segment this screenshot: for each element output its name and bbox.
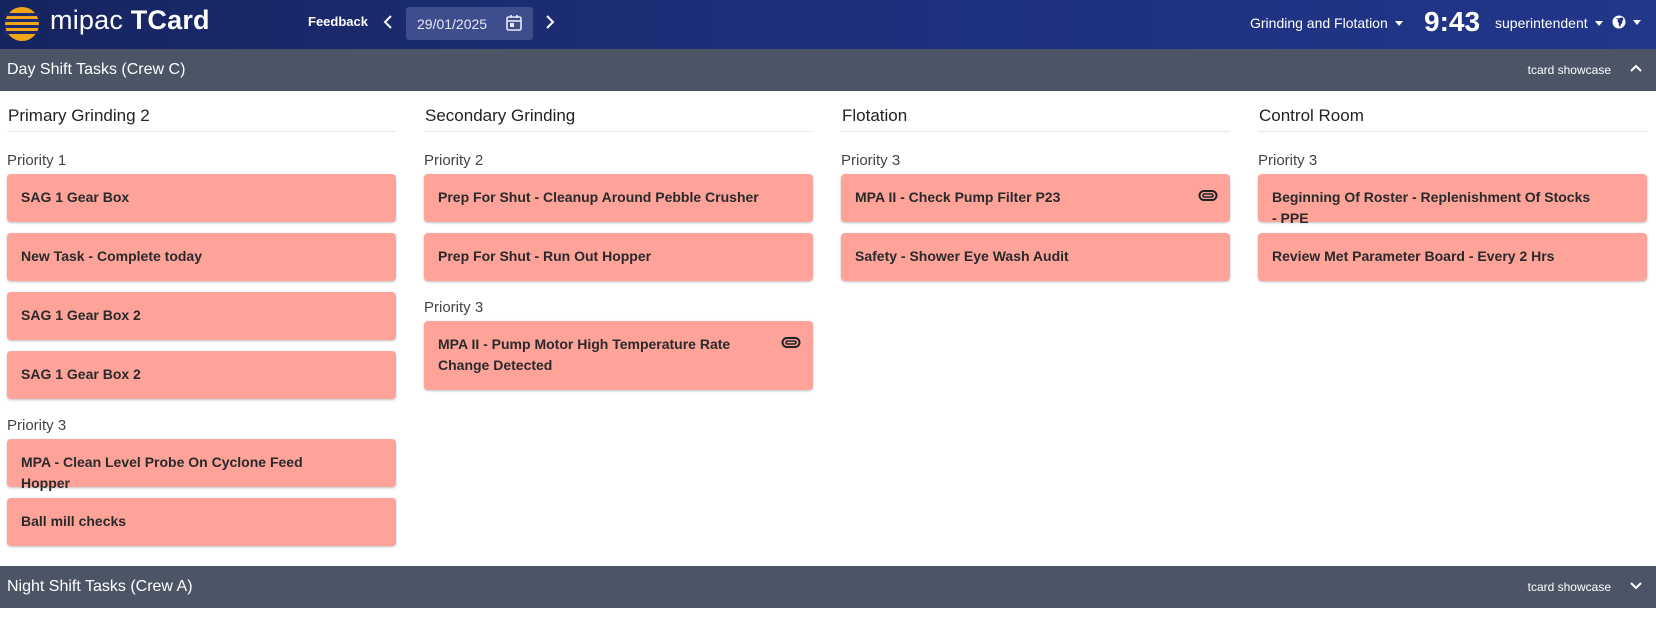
task-card[interactable]: Safety - Shower Eye Wash Audit bbox=[841, 233, 1230, 281]
column-secondary-grinding: Secondary Grinding Priority 2 Prep For S… bbox=[424, 106, 813, 390]
site-selector-label: Grinding and Flotation bbox=[1250, 15, 1388, 31]
night-shift-showcase-label: tcard showcase bbox=[1527, 580, 1611, 594]
night-shift-header[interactable]: Night Shift Tasks (Crew A) tcard showcas… bbox=[0, 566, 1656, 608]
priority-label: Priority 3 bbox=[7, 417, 67, 434]
mipac-logo-icon bbox=[4, 7, 40, 41]
task-card[interactable]: Prep For Shut - Cleanup Around Pebble Cr… bbox=[424, 174, 813, 222]
calendar-icon[interactable] bbox=[505, 14, 523, 32]
feedback-link[interactable]: Feedback bbox=[308, 14, 368, 29]
task-label: Prep For Shut - Cleanup Around Pebble Cr… bbox=[438, 189, 759, 205]
priority-label: Priority 2 bbox=[424, 152, 484, 169]
task-card[interactable]: Ball mill checks bbox=[7, 498, 396, 546]
globe-icon bbox=[1612, 15, 1626, 29]
task-card[interactable]: MPA II - Check Pump Filter P23 bbox=[841, 174, 1230, 222]
priority-label: Priority 3 bbox=[1258, 152, 1318, 169]
app-title: mipac TCard bbox=[50, 5, 210, 36]
paperclip-icon bbox=[781, 337, 801, 348]
caret-down-icon bbox=[1394, 21, 1403, 26]
column-title: Secondary Grinding bbox=[424, 106, 813, 132]
column-title: Primary Grinding 2 bbox=[7, 106, 396, 132]
task-card[interactable]: SAG 1 Gear Box 2 bbox=[7, 292, 396, 340]
column-title: Control Room bbox=[1258, 106, 1647, 132]
user-name: superintendent bbox=[1495, 15, 1588, 31]
task-label: Safety - Shower Eye Wash Audit bbox=[855, 248, 1069, 264]
brand-suffix: TCard bbox=[130, 5, 210, 35]
column-control-room: Control Room Priority 3 Beginning Of Ros… bbox=[1258, 106, 1647, 281]
night-shift-title: Night Shift Tasks (Crew A) bbox=[7, 578, 193, 595]
day-shift-header[interactable]: Day Shift Tasks (Crew C) tcard showcase bbox=[0, 49, 1656, 91]
task-card[interactable]: Review Met Parameter Board - Every 2 Hrs bbox=[1258, 233, 1647, 281]
column-flotation: Flotation Priority 3 MPA II - Check Pump… bbox=[841, 106, 1230, 281]
task-card[interactable]: New Task - Complete today bbox=[7, 233, 396, 281]
next-date-button[interactable] bbox=[539, 11, 561, 35]
task-label: Prep For Shut - Run Out Hopper bbox=[438, 248, 652, 264]
priority-label: Priority 3 bbox=[424, 299, 484, 316]
task-label: Ball mill checks bbox=[21, 513, 127, 529]
task-label: MPA - Clean Level Probe On Cyclone Feed … bbox=[21, 454, 303, 491]
task-card[interactable]: MPA II - Pump Motor High Temperature Rat… bbox=[424, 321, 813, 390]
caret-down-icon bbox=[1594, 21, 1603, 26]
task-label: Beginning Of Roster - Replenishment Of S… bbox=[1272, 189, 1591, 226]
chevron-right-icon bbox=[546, 15, 555, 29]
chevron-up-icon[interactable] bbox=[1628, 60, 1644, 76]
column-primary-grinding-2: Primary Grinding 2 Priority 1 SAG 1 Gear… bbox=[7, 106, 396, 546]
column-title: Flotation bbox=[841, 106, 1230, 132]
task-label: MPA II - Check Pump Filter P23 bbox=[855, 189, 1061, 205]
date-picker[interactable]: 29/01/2025 bbox=[406, 7, 533, 40]
task-label: Review Met Parameter Board - Every 2 Hrs bbox=[1272, 248, 1555, 264]
paperclip-icon bbox=[1198, 190, 1218, 201]
user-menu-dropdown[interactable]: superintendent bbox=[1495, 15, 1603, 31]
task-card[interactable]: Prep For Shut - Run Out Hopper bbox=[424, 233, 813, 281]
task-card[interactable]: MPA - Clean Level Probe On Cyclone Feed … bbox=[7, 439, 396, 491]
previous-date-button[interactable] bbox=[377, 11, 399, 35]
day-shift-showcase-label: tcard showcase bbox=[1527, 63, 1611, 77]
task-label: SAG 1 Gear Box 2 bbox=[21, 366, 141, 382]
task-label: MPA II - Pump Motor High Temperature Rat… bbox=[438, 336, 731, 373]
task-label: New Task - Complete today bbox=[21, 248, 203, 264]
day-shift-title: Day Shift Tasks (Crew C) bbox=[7, 61, 186, 78]
top-navigation-bar: mipac TCard Feedback 29/01/2025 Grinding… bbox=[0, 0, 1656, 49]
site-selector-dropdown[interactable]: Grinding and Flotation bbox=[1250, 15, 1403, 31]
priority-label: Priority 3 bbox=[841, 152, 901, 169]
date-value: 29/01/2025 bbox=[417, 15, 488, 32]
task-label: SAG 1 Gear Box 2 bbox=[21, 307, 141, 323]
brand-prefix: mipac bbox=[50, 5, 124, 35]
clock: 9:43 bbox=[1424, 6, 1481, 37]
task-card[interactable]: SAG 1 Gear Box 2 bbox=[7, 351, 396, 399]
task-card[interactable]: SAG 1 Gear Box bbox=[7, 174, 396, 222]
chevron-down-icon[interactable] bbox=[1628, 577, 1644, 593]
chevron-left-icon bbox=[383, 15, 392, 29]
priority-label: Priority 1 bbox=[7, 152, 67, 169]
task-label: SAG 1 Gear Box bbox=[21, 189, 130, 205]
caret-down-icon bbox=[1633, 19, 1641, 25]
language-menu-dropdown[interactable] bbox=[1612, 15, 1641, 29]
task-card[interactable]: Beginning Of Roster - Replenishment Of S… bbox=[1258, 174, 1647, 226]
